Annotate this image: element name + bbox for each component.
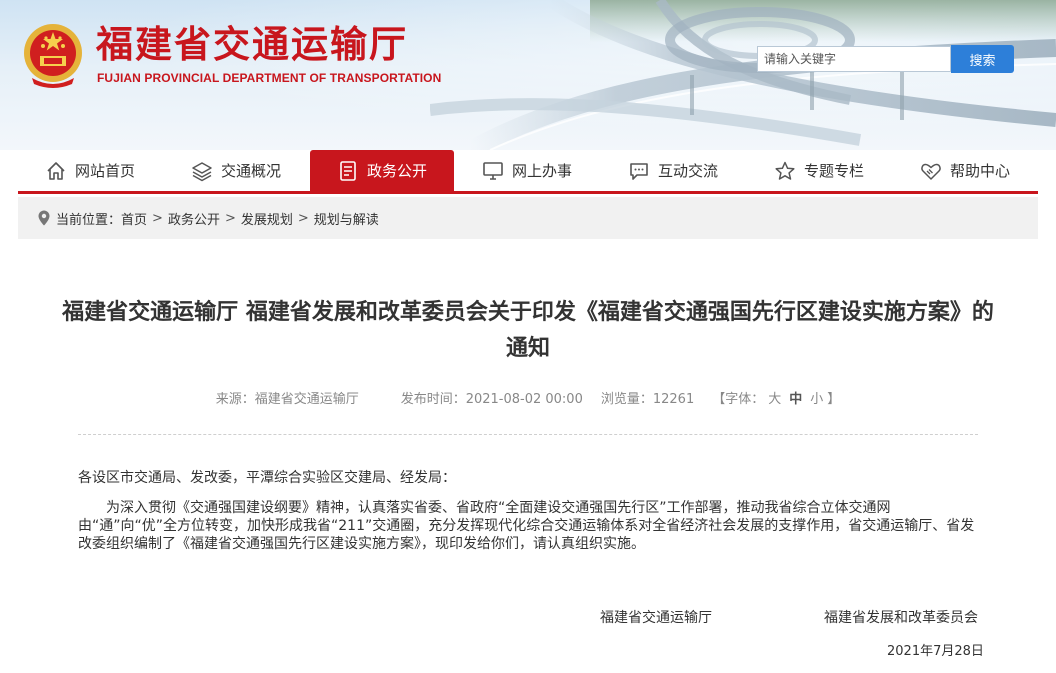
nav-item-help-center[interactable]: 帮助中心 xyxy=(892,150,1038,191)
article-body: 各设区市交通局、发改委，平潭综合实验区交建局、经发局： 为深入贯彻《交通强国建设… xyxy=(78,469,978,553)
article-container: 福建省交通运输厅 福建省发展和改革委员会关于印发《福建省交通强国先行区建设实施方… xyxy=(18,239,1038,673)
signature-transport-dept: 福建省交通运输厅 xyxy=(600,610,712,626)
breadcrumb-separator: > xyxy=(152,210,163,226)
nav-item-gov-affairs[interactable]: 政务公开 xyxy=(310,150,454,191)
font-size-large[interactable]: 大 xyxy=(768,392,781,407)
nav-item-label: 网上办事 xyxy=(511,162,572,180)
nav-item-label: 帮助中心 xyxy=(949,162,1010,180)
article-paragraph: 为深入贯彻《交通强国建设纲要》精神，认真落实省委、省政府“全面建设交通强国先行区… xyxy=(78,500,975,552)
document-icon xyxy=(337,160,359,182)
article-publish-time: 发布时间：2021-08-02 00:00 xyxy=(400,392,583,407)
site-subtitle: FUJIAN PROVINCIAL DEPARTMENT OF TRANSPOR… xyxy=(97,71,442,85)
article-view-count: 浏览量：12261 xyxy=(600,392,695,407)
search-input[interactable] xyxy=(757,46,951,72)
nav-item-special-topics[interactable]: 专题专栏 xyxy=(746,150,892,191)
breadcrumb-separator: > xyxy=(297,210,309,226)
font-size-switcher: 【字体：大中小】 xyxy=(712,392,840,407)
layers-icon xyxy=(191,160,213,182)
monitor-icon xyxy=(482,160,504,182)
signature-development-commission: 福建省发展和改革委员会 xyxy=(824,610,978,626)
breadcrumb-prefix: 当前位置： xyxy=(56,212,122,228)
star-icon xyxy=(774,160,796,182)
signature-date: 2021年7月28日 xyxy=(887,644,984,659)
font-size-label: 【字体： xyxy=(712,392,765,407)
chat-icon xyxy=(628,160,650,182)
font-size-small[interactable]: 小 xyxy=(810,392,823,407)
nav-item-label: 政务公开 xyxy=(366,162,427,180)
article-meta: 来源：福建省交通运输厅 发布时间：2021-08-02 00:00 浏览量：1226… xyxy=(18,388,1038,407)
nav-item-label: 互动交流 xyxy=(657,162,718,180)
breadcrumb: 当前位置： 首页 > 政务公开 > 发展规划 > 规划与解读 xyxy=(18,197,1038,239)
breadcrumb-item-planning[interactable]: 发展规划 xyxy=(241,209,293,228)
font-size-close: 】 xyxy=(827,392,841,407)
highway-interchange-image xyxy=(430,0,1056,150)
breadcrumb-item-home[interactable]: 首页 xyxy=(121,209,147,228)
breadcrumb-separator: > xyxy=(224,210,236,226)
article-source: 来源：福建省交通运输厅 xyxy=(215,392,359,407)
nav-item-label: 网站首页 xyxy=(74,162,135,180)
breadcrumb-item-gov-affairs[interactable]: 政务公开 xyxy=(168,209,220,228)
article-title: 福建省交通运输厅 福建省发展和改革委员会关于印发《福建省交通强国先行区建设实施方… xyxy=(62,300,994,361)
search-button[interactable]: 搜索 xyxy=(951,45,1014,73)
site-title: 福建省交通运输厅 xyxy=(96,22,408,66)
nav-item-label: 交通概况 xyxy=(220,162,281,180)
handshake-icon xyxy=(920,160,942,182)
article-salutation: 各设区市交通局、发改委，平潭综合实验区交建局、经发局： xyxy=(78,470,456,486)
breadcrumb-item-interpretation[interactable]: 规划与解读 xyxy=(314,209,379,228)
nav-item-label: 专题专栏 xyxy=(803,162,864,180)
location-pin-icon xyxy=(38,210,50,226)
nav-item-home[interactable]: 网站首页 xyxy=(18,150,162,191)
nav-item-interaction[interactable]: 互动交流 xyxy=(600,150,746,191)
national-emblem-icon xyxy=(24,24,82,88)
home-icon xyxy=(45,160,67,182)
nav-item-online-services[interactable]: 网上办事 xyxy=(454,150,600,191)
font-size-medium[interactable]: 中 xyxy=(789,392,802,407)
header-banner: 福建省交通运输厅 FUJIAN PROVINCIAL DEPARTMENT OF… xyxy=(0,0,1056,150)
main-nav: 网站首页 交通概况 政务公开 网上办事 互动交流 专题专栏 帮助中心 xyxy=(18,150,1038,194)
nav-item-overview[interactable]: 交通概况 xyxy=(162,150,310,191)
meta-divider xyxy=(78,434,978,435)
